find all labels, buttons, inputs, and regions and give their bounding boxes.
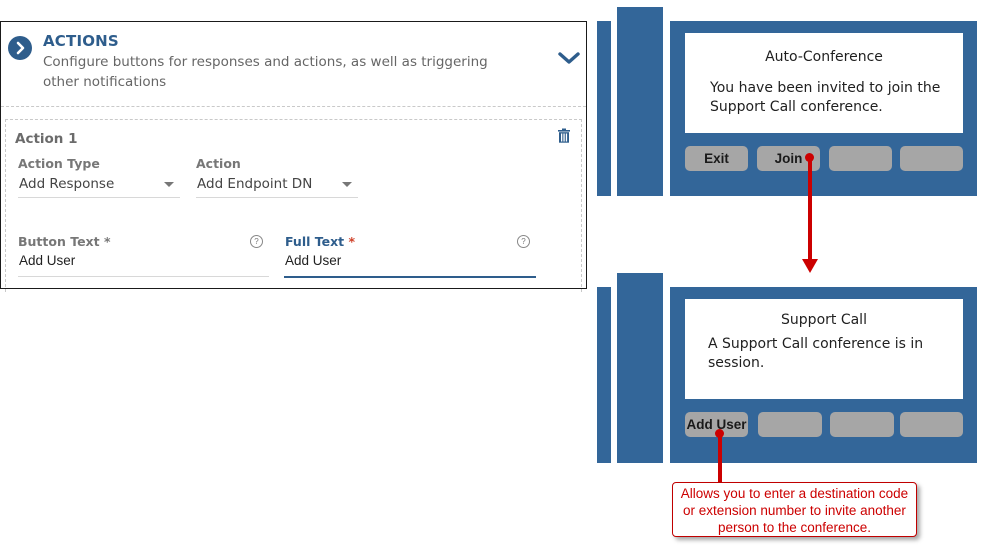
panel-title: ACTIONS — [43, 32, 119, 50]
chevron-down-icon[interactable] — [556, 49, 582, 67]
arrow-down-icon — [802, 259, 818, 273]
phone-handset-strip — [597, 287, 611, 463]
action-type-value: Add Response — [19, 176, 115, 192]
phone-handset — [617, 273, 663, 463]
actions-panel: ACTIONS Configure buttons for responses … — [0, 21, 587, 292]
action-card-title: Action 1 — [15, 131, 78, 147]
softkey-2[interactable] — [758, 412, 822, 437]
help-icon[interactable]: ? — [517, 235, 530, 248]
full-text-value: Add User — [285, 253, 342, 268]
button-text-label: Button Text * — [18, 234, 111, 249]
full-text-label-text: Full Text — [285, 234, 345, 249]
required-mark: * — [348, 234, 356, 249]
annotation-dot — [715, 429, 724, 438]
phone-screen: Auto-Conference You have been invited to… — [685, 33, 963, 133]
softkey-exit[interactable]: Exit — [685, 146, 748, 171]
trash-icon[interactable] — [557, 128, 571, 144]
button-text-input[interactable]: Add User — [18, 250, 269, 277]
action-label: Action — [196, 156, 241, 171]
action-type-label: Action Type — [18, 156, 100, 171]
annotation-callout: Allows you to enter a destination code o… — [672, 482, 917, 537]
callout-line — [718, 433, 722, 483]
softkey-4[interactable] — [900, 146, 963, 171]
screen-message: A Support Call conference is in session. — [708, 336, 924, 371]
dropdown-arrow-icon — [342, 182, 352, 187]
action-card: Action 1 Action Type Add Response Action… — [5, 119, 582, 292]
panel-description: Configure buttons for responses and acti… — [43, 54, 488, 90]
softkey-4[interactable] — [900, 412, 963, 437]
phone-handset-strip — [597, 21, 611, 196]
softkey-3[interactable] — [830, 412, 894, 437]
phone-screen: Support Call A Support Call conference i… — [685, 299, 963, 399]
header-divider — [1, 106, 586, 107]
softkey-3[interactable] — [829, 146, 892, 171]
screen-title: Support Call — [781, 312, 867, 328]
action-value: Add Endpoint DN — [197, 176, 313, 192]
screen-message: You have been invited to join the Suppor… — [710, 80, 941, 115]
full-text-input[interactable]: Add User — [284, 250, 536, 278]
action-type-select[interactable]: Add Response — [18, 173, 180, 198]
button-text-label-text: Button Text — [18, 234, 100, 249]
help-icon[interactable]: ? — [250, 235, 263, 248]
action-select[interactable]: Add Endpoint DN — [196, 173, 358, 198]
dropdown-arrow-icon — [164, 182, 174, 187]
button-text-value: Add User — [19, 253, 76, 268]
flow-arrow-line — [808, 157, 812, 261]
phone-handset — [617, 7, 663, 196]
full-text-label: Full Text * — [285, 234, 355, 249]
chevron-right-circle-icon[interactable] — [8, 36, 32, 60]
required-mark: * — [103, 234, 111, 249]
annotation-dot — [805, 153, 814, 162]
screen-title: Auto-Conference — [765, 49, 883, 65]
